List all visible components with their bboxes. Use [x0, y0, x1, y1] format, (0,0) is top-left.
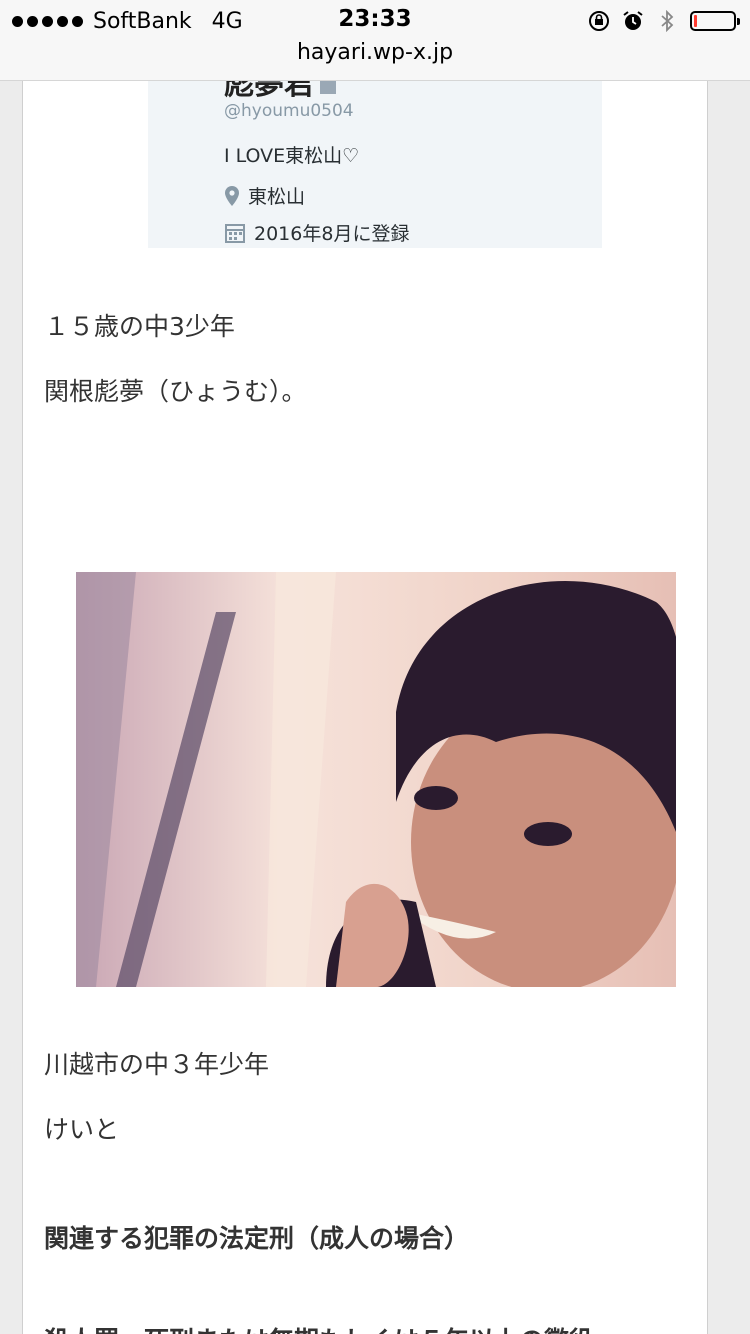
bluetooth-icon — [661, 10, 674, 32]
battery-icon — [690, 11, 740, 31]
alarm-icon — [623, 11, 643, 30]
status-icons — [588, 8, 740, 34]
profile-handle: @hyoumu0504 — [224, 101, 354, 121]
status-bar: SoftBank 4G 23:33 hayari.wp-x.jp — [0, 0, 750, 81]
profile-joined-date: 2016年8月に登録 — [224, 219, 409, 246]
article-photo — [76, 572, 676, 987]
paragraph-nickname: けいと — [44, 1115, 120, 1144]
selfie-photo-illustration — [76, 572, 676, 987]
section-heading: 関連する犯罪の法定刑（成人の場合） — [44, 1224, 470, 1253]
rotation-lock-icon — [589, 11, 609, 31]
twitter-profile-screenshot: 彪夢君 @hyoumu0504 I LOVE東松山♡ 東松山 2016年8月に登… — [148, 81, 602, 248]
paragraph-age: １５歳の中3少年 — [44, 312, 235, 341]
section-heading-cut-off: 殺人罪 死刑または無期もしくは５年以上の懲役 — [44, 1321, 594, 1334]
address-bar-url[interactable]: hayari.wp-x.jp — [0, 40, 750, 65]
profile-location: 東松山 — [224, 182, 305, 209]
profile-name: 彪夢君 — [224, 81, 336, 103]
paragraph-name: 関根彪夢（ひょうむ）。 — [44, 377, 307, 406]
calendar-icon — [225, 223, 245, 243]
paragraph-student: 川越市の中３年少年 — [44, 1050, 270, 1079]
article-content: 彪夢君 @hyoumu0504 I LOVE東松山♡ 東松山 2016年8月に登… — [22, 81, 708, 1334]
location-pin-icon — [225, 185, 239, 206]
protected-icon — [320, 81, 336, 94]
profile-bio: I LOVE東松山♡ — [224, 145, 360, 167]
battery-level — [694, 15, 697, 27]
